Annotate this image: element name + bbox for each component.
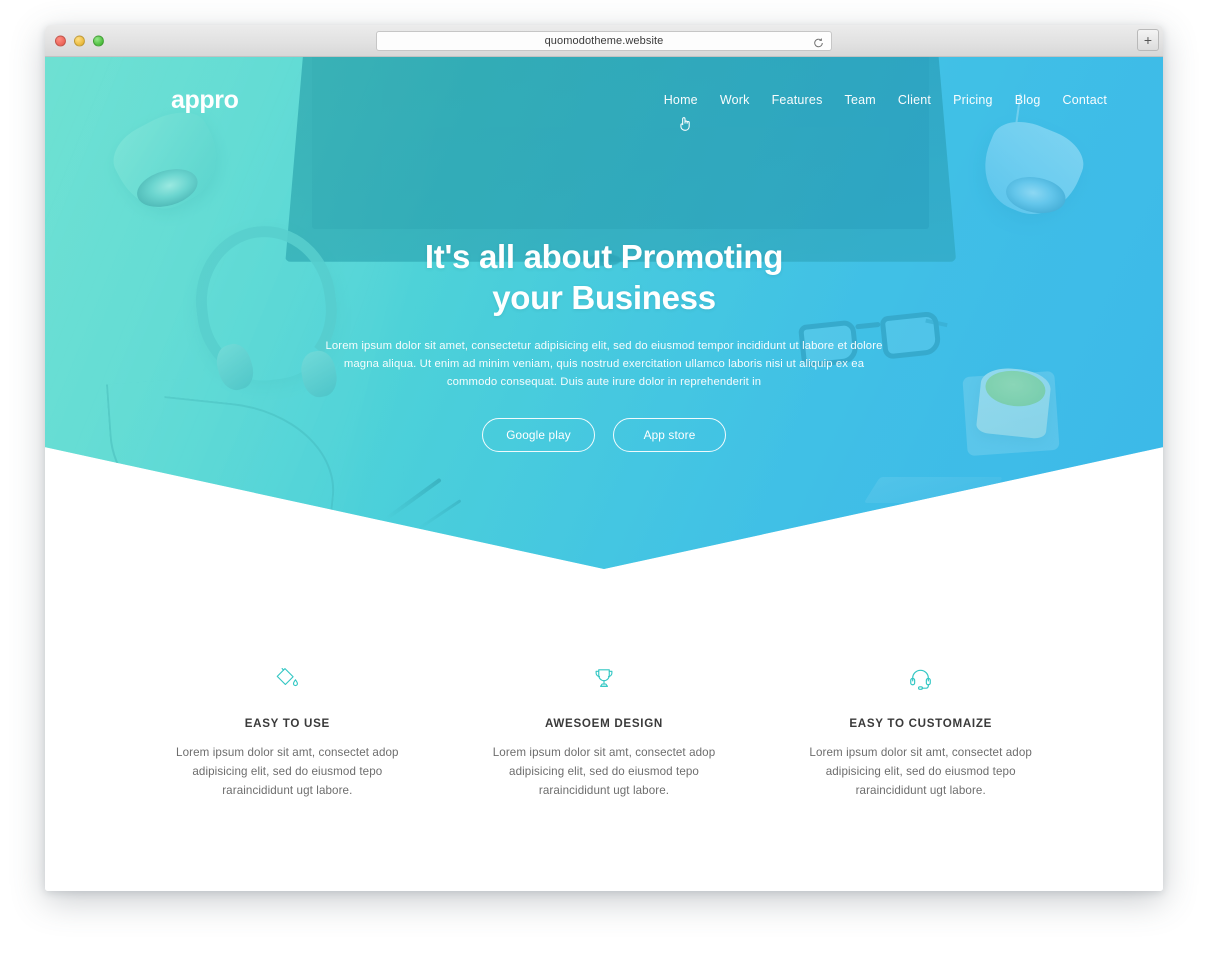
google-play-button[interactable]: Google play [482, 417, 595, 452]
hero-title-line-1: It's all about Promoting [424, 238, 784, 275]
brand-logo[interactable]: appro [171, 86, 239, 115]
feature-title: EASY TO CUSTOMAIZE [849, 717, 993, 730]
nav-links: Home Work Features Team Client Pricing B… [664, 93, 1107, 131]
nav-item-team[interactable]: Team [845, 93, 876, 107]
app-store-button[interactable]: App store [613, 417, 726, 452]
feature-text: Lorem ipsum dolor sit amt, consectet ado… [492, 746, 716, 797]
nav-item-contact[interactable]: Contact [1063, 93, 1107, 107]
nav-item-home[interactable]: Home [664, 93, 698, 107]
nav-item-work[interactable]: Work [720, 93, 750, 107]
reload-icon[interactable] [813, 36, 824, 48]
feature-text: Lorem ipsum dolor sit amt, consectet ado… [809, 746, 1032, 797]
site-navbar: appro Home Work Features Team Client Pri… [45, 79, 1163, 131]
browser-window: quomodotheme.website + appro Home Work F… [45, 25, 1163, 891]
trophy-icon [474, 657, 735, 699]
url-text: quomodotheme.website [544, 35, 664, 47]
feature-card-easy-to-customize: EASY TO CUSTOMAIZE Lorem ipsum dolor sit… [762, 657, 1079, 800]
browser-titlebar: quomodotheme.website + [45, 25, 1163, 57]
hero-content: It's all about Promoting your Business L… [45, 237, 1163, 452]
features-section: EASY TO USE Lorem ipsum dolor sit amt, c… [45, 657, 1163, 800]
hero-cta-group: Google play App store [85, 417, 1123, 452]
nav-item-features[interactable]: Features [772, 93, 823, 107]
minimize-button[interactable] [74, 35, 85, 46]
paint-bucket-icon [157, 657, 418, 699]
address-bar[interactable]: quomodotheme.website [376, 31, 832, 51]
feature-title: EASY TO USE [244, 717, 330, 730]
hero-section: appro Home Work Features Team Client Pri… [45, 57, 1163, 569]
close-button[interactable] [55, 35, 66, 46]
headset-icon [790, 657, 1051, 699]
nav-item-blog[interactable]: Blog [1015, 93, 1041, 107]
feature-text: Lorem ipsum dolor sit amt, consectet ado… [176, 746, 399, 797]
feature-card-easy-to-use: EASY TO USE Lorem ipsum dolor sit amt, c… [129, 657, 446, 800]
nav-item-pricing[interactable]: Pricing [953, 93, 993, 107]
feature-title: AWESOEM DESIGN [544, 717, 664, 730]
hero-paragraph: Lorem ipsum dolor sit amet, consectetur … [325, 339, 883, 389]
nav-item-client[interactable]: Client [898, 93, 931, 107]
hero-title-line-2: your Business [492, 278, 716, 316]
window-controls [55, 35, 104, 46]
zoom-button[interactable] [93, 35, 104, 46]
feature-card-awesome-design: AWESOEM DESIGN Lorem ipsum dolor sit amt… [446, 657, 763, 800]
hero-title: It's all about Promoting your Business [85, 237, 1123, 319]
new-tab-button[interactable]: + [1137, 29, 1159, 51]
page-viewport: appro Home Work Features Team Client Pri… [45, 57, 1163, 891]
screenshot-root: quomodotheme.website + appro Home Work F… [0, 0, 1206, 953]
